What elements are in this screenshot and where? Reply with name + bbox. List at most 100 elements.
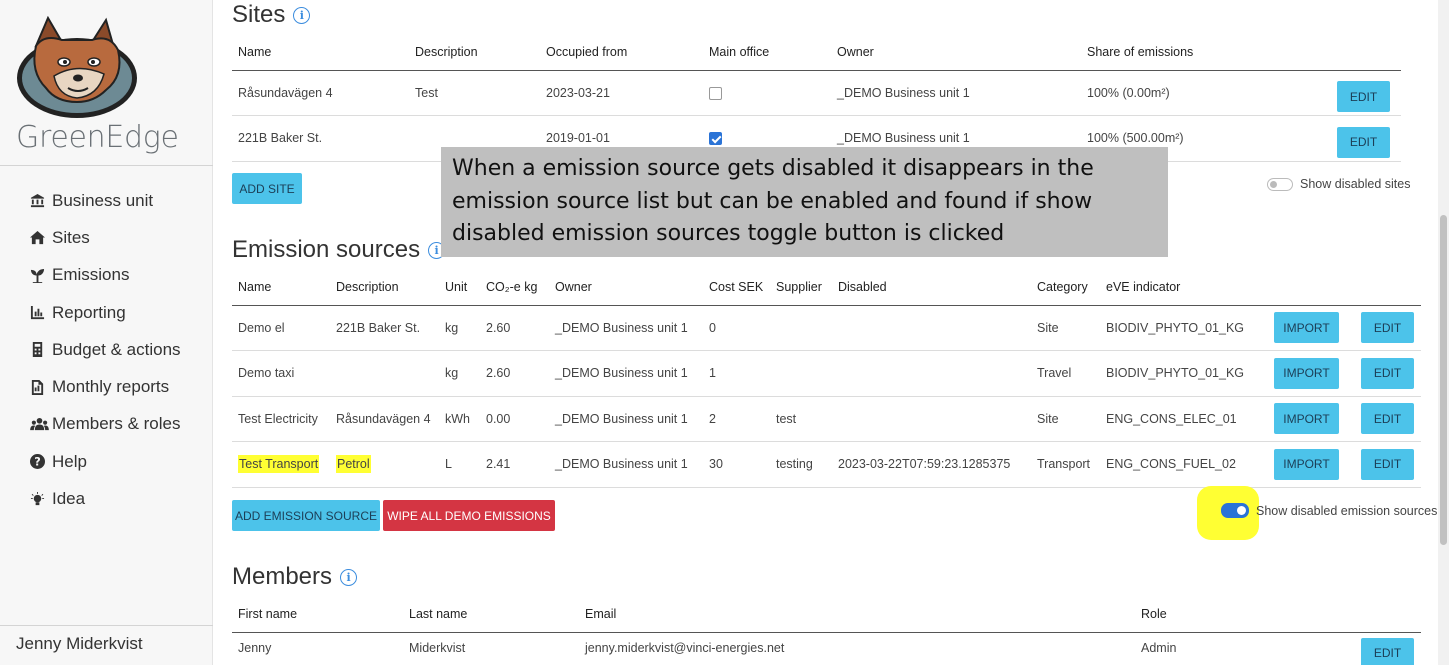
source-unit: L [439, 441, 480, 488]
toggle-switch[interactable] [1221, 503, 1249, 518]
source-disabled [832, 350, 1031, 397]
edit-button[interactable]: EDIT [1361, 357, 1414, 389]
info-icon[interactable]: i [340, 568, 358, 586]
column-header[interactable]: CO₂-e kg [480, 270, 549, 306]
source-co2: 2.60 [480, 350, 549, 397]
main-office-checkbox[interactable] [709, 86, 722, 100]
sidebar-item-label: Help [52, 451, 87, 471]
source-name-cell: Test Transport [232, 441, 330, 488]
section-title: Sites [232, 1, 286, 28]
sidebar-item-reporting[interactable]: Reporting [30, 294, 181, 331]
table-row-disabled: Test Transport Petrol L 2.41 _DEMO Busin… [232, 441, 1421, 488]
edit-button[interactable]: EDIT [1337, 81, 1390, 113]
source-category: Travel [1031, 350, 1100, 397]
column-header[interactable]: Occupied from [540, 35, 703, 71]
source-category: Site [1031, 305, 1100, 351]
add-emission-source-button[interactable]: ADD EMISSION SOURCE [232, 500, 380, 531]
sidebar-item-sites[interactable]: Sites [30, 219, 181, 256]
sites-table: Name Description Occupied from Main offi… [232, 35, 1401, 162]
emission-sources-body: Demo el 221B Baker St. kg 2.60 _DEMO Bus… [232, 305, 1421, 488]
source-indicator: ENG_CONS_ELEC_01 [1100, 396, 1268, 442]
column-header[interactable]: First name [232, 597, 403, 633]
import-cell: IMPORT [1268, 441, 1355, 488]
add-site-button[interactable]: ADD SITE [232, 173, 302, 204]
actions-cell: EDIT [1331, 70, 1401, 116]
column-header[interactable]: Last name [403, 597, 579, 633]
plant-icon [30, 268, 52, 283]
column-header[interactable]: Cost SEK [703, 270, 770, 306]
edit-button[interactable]: EDIT [1361, 312, 1414, 344]
member-last-name: Miderkvist [403, 632, 579, 665]
sidebar-item-help[interactable]: ? Help [30, 443, 181, 480]
source-supplier: testing [770, 441, 832, 488]
column-header[interactable]: Role [1135, 597, 1355, 633]
source-name: Test Electricity [232, 396, 330, 442]
toggle-label: Show disabled sites [1300, 177, 1411, 191]
sidebar-item-emissions[interactable]: Emissions [30, 257, 181, 294]
table-row: Råsundavägen 4 Test 2023-03-21 _DEMO Bus… [232, 70, 1401, 116]
column-header[interactable]: Name [232, 270, 330, 306]
info-icon[interactable]: i [293, 6, 311, 24]
import-button[interactable]: IMPORT [1274, 357, 1339, 389]
toggle-switch[interactable] [1267, 177, 1293, 191]
sidebar-item-members-roles[interactable]: Members & roles [30, 406, 181, 443]
column-header[interactable]: Email [579, 597, 1135, 633]
source-indicator: BIODIV_PHYTO_01_KG [1100, 305, 1268, 351]
column-header[interactable]: Category [1031, 270, 1100, 306]
column-header[interactable]: Disabled [832, 270, 1031, 306]
source-cost: 2 [703, 396, 770, 442]
column-header[interactable]: Owner [549, 270, 703, 306]
edit-button[interactable]: EDIT [1337, 126, 1390, 158]
sidebar-item-label: Reporting [52, 302, 126, 322]
sidebar-item-business-unit[interactable]: Business unit [30, 182, 181, 219]
vertical-scrollbar[interactable] [1438, 0, 1449, 665]
source-disabled [832, 396, 1031, 442]
main-office-checkbox[interactable] [709, 132, 722, 146]
sidebar-item-monthly-reports[interactable]: Monthly reports [30, 368, 181, 405]
column-header[interactable]: Description [409, 35, 540, 71]
edit-button[interactable]: EDIT [1361, 403, 1414, 435]
import-button[interactable]: IMPORT [1274, 312, 1339, 344]
import-button[interactable]: IMPORT [1274, 403, 1339, 435]
edit-button[interactable]: EDIT [1361, 448, 1414, 480]
source-description-cell: Petrol [330, 441, 439, 488]
sidebar: GreenEdge Business unit Sites Emissions … [0, 0, 213, 665]
source-unit: kg [439, 350, 480, 397]
column-header[interactable]: eVE indicator [1100, 270, 1268, 306]
fox-logo[interactable] [14, 16, 140, 120]
wipe-demo-emissions-button[interactable]: WIPE ALL DEMO EMISSIONS [383, 500, 555, 531]
source-indicator: BIODIV_PHYTO_01_KG [1100, 350, 1268, 397]
column-header[interactable]: Main office [703, 35, 831, 71]
import-button[interactable]: IMPORT [1274, 448, 1339, 480]
edit-button[interactable]: EDIT [1361, 637, 1414, 665]
sidebar-item-idea[interactable]: Idea [30, 480, 181, 517]
source-co2: 2.60 [480, 305, 549, 351]
table-row: Demo el 221B Baker St. kg 2.60 _DEMO Bus… [232, 305, 1421, 351]
brand-name: GreenEdge [16, 120, 179, 155]
column-header[interactable]: Owner [831, 35, 1081, 71]
column-header[interactable]: Description [330, 270, 439, 306]
actions-cell: EDIT [1331, 115, 1401, 162]
sidebar-item-budget-actions[interactable]: Budget & actions [30, 331, 181, 368]
table-row: Test Electricity Råsundavägen 4 kWh 0.00… [232, 396, 1421, 442]
column-header[interactable]: Name [232, 35, 409, 71]
main-office-cell [703, 70, 831, 116]
column-header[interactable]: Share of emissions [1081, 35, 1331, 71]
current-user-name[interactable]: Jenny Miderkvist [16, 634, 143, 654]
calculator-icon [30, 342, 52, 358]
annotation-callout: When a emission source gets disabled it … [441, 147, 1168, 257]
column-header[interactable]: Supplier [770, 270, 832, 306]
source-owner: _DEMO Business unit 1 [549, 350, 703, 397]
show-disabled-sites-toggle[interactable]: Show disabled sites [1267, 177, 1410, 191]
import-cell: IMPORT [1268, 305, 1355, 351]
show-disabled-emission-sources-toggle[interactable]: Show disabled emission sources [1221, 503, 1437, 518]
source-indicator: ENG_CONS_FUEL_02 [1100, 441, 1268, 488]
table-header-row: First name Last name Email Role [232, 597, 1421, 633]
scrollbar-thumb[interactable] [1440, 215, 1447, 545]
source-name: Demo taxi [232, 350, 330, 397]
bar-chart-icon [30, 305, 52, 320]
sidebar-item-label: Idea [52, 489, 86, 509]
sidebar-item-label: Sites [52, 227, 90, 247]
table-header-row: Name Description Occupied from Main offi… [232, 35, 1401, 71]
column-header[interactable]: Unit [439, 270, 480, 306]
